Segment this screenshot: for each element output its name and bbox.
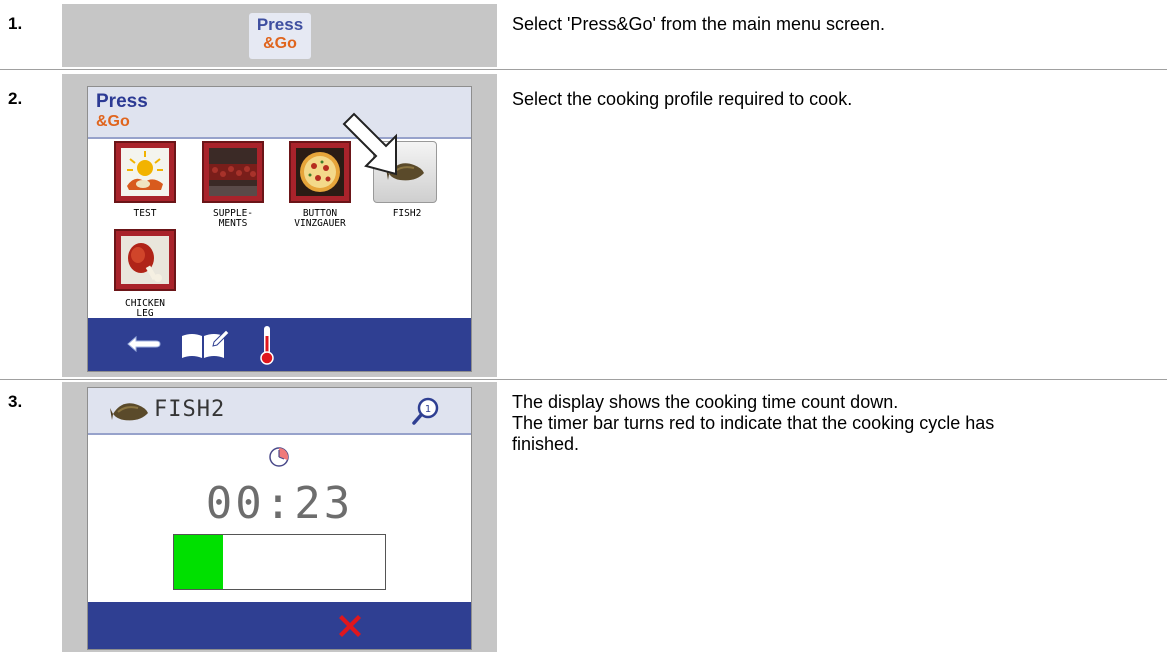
profile-title: FISH2	[154, 397, 226, 422]
step3-description: The display shows the cooking time count…	[512, 392, 995, 454]
screen-header: Press &Go	[88, 87, 471, 139]
row-divider	[0, 379, 1167, 380]
cancel-x-icon[interactable]	[336, 612, 364, 640]
step2-number: 2.	[8, 89, 23, 108]
magnifier-icon[interactable]: 1	[411, 396, 441, 426]
step1-number: 1.	[8, 14, 23, 33]
supplements-food-icon	[209, 148, 257, 196]
profile-select-screen: Press &Go TEST SUPPLE- MENTS BUTTON VINZ…	[87, 86, 472, 372]
sun-food-icon	[121, 148, 169, 196]
step2-description: Select the cooking profile required to c…	[512, 89, 853, 109]
profile-label-fish2: FISH2	[392, 208, 422, 219]
profile-tile-chicken-leg[interactable]	[114, 229, 176, 291]
profile-label-supplements: SUPPLE- MENTS	[212, 208, 254, 229]
countdown-timer: 00:23	[205, 478, 354, 529]
pizza-food-icon	[296, 148, 344, 196]
step1-description: Select 'Press&Go' from the main menu scr…	[512, 14, 886, 34]
step3-number: 3.	[8, 392, 23, 411]
profile-tile-test[interactable]	[114, 141, 176, 203]
press-go-title-line2: &Go	[96, 113, 130, 130]
press-go-title-line1: Press	[96, 91, 148, 112]
thermometer-icon[interactable]	[259, 324, 275, 366]
profile-label-chicken-leg: CHICKEN LEG	[124, 298, 166, 319]
svg-text:1: 1	[425, 404, 431, 415]
press-go-logo-line1: Press	[256, 15, 304, 34]
profile-label-button-vinzgauer: BUTTON VINZGAUER	[294, 208, 346, 229]
press-go-button[interactable]: Press &Go	[249, 13, 311, 59]
screen-bottom-bar	[88, 602, 471, 649]
clock-icon	[269, 447, 289, 467]
back-arrow-icon[interactable]	[122, 333, 162, 355]
row-divider	[0, 69, 1167, 70]
cooking-countdown-screen: FISH2 1 00:23	[87, 387, 472, 650]
chicken-leg-food-icon	[121, 236, 169, 284]
pointer-arrow-icon	[342, 112, 397, 176]
timer-progress-fill	[174, 535, 223, 589]
profile-tile-supplements[interactable]	[202, 141, 264, 203]
screen-bottom-bar	[88, 318, 471, 371]
screen-header: FISH2 1	[88, 388, 471, 435]
fish-icon	[110, 403, 148, 421]
profile-label-test: TEST	[133, 208, 157, 219]
timer-progress-bar	[173, 534, 386, 590]
recipe-book-icon[interactable]	[178, 328, 230, 360]
press-go-logo-line2: &Go	[263, 35, 297, 52]
